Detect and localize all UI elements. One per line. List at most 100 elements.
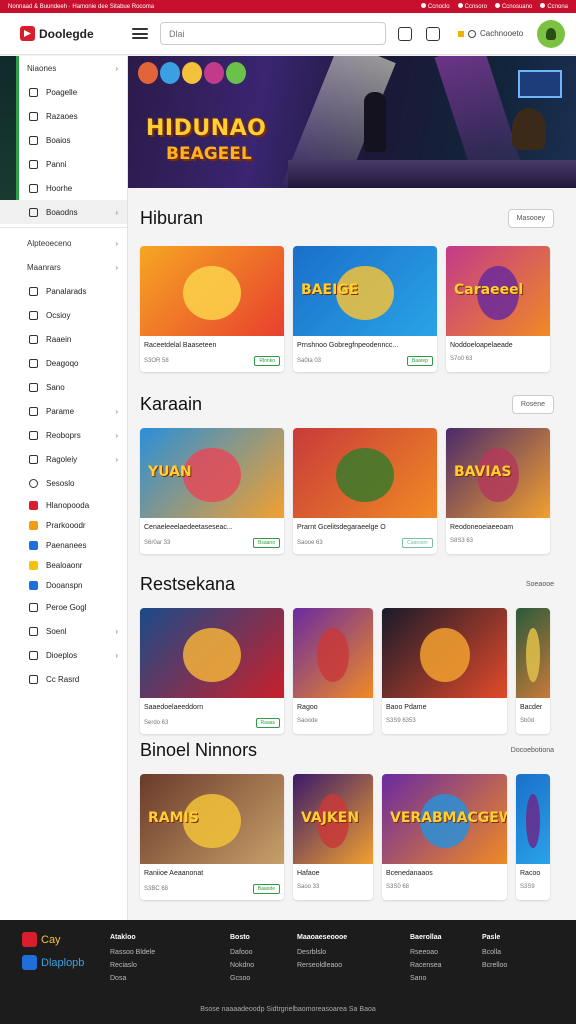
footer-column-heading: Pasle (482, 934, 501, 941)
card-badge[interactable]: Baarep (406, 356, 433, 366)
sidebar-item-12[interactable]: Raaein (0, 327, 127, 351)
footer-link[interactable]: Rerseoldleaoo (297, 962, 347, 969)
sidebar-item-icon (29, 159, 38, 169)
see-more-button[interactable]: Masooey (507, 209, 554, 228)
sidebar-item-20[interactable]: Prarkooodr (0, 515, 127, 535)
footer-link[interactable]: Bcolla (482, 949, 507, 956)
topbar-link-3[interactable]: Ccnosuano (494, 3, 532, 10)
see-more-button[interactable]: Soeaooe (526, 581, 554, 588)
search-box[interactable] (160, 22, 386, 45)
sidebar-item-5[interactable]: Panni (0, 152, 127, 176)
see-more-button[interactable]: Docoebotiona (511, 747, 554, 754)
game-card[interactable]: Prarnt Gcelitsdegaraeelge O Saooe 63 Caaro… (293, 428, 437, 554)
footer-link[interactable]: Bcrelloo (482, 962, 507, 969)
game-card[interactable]: YUAN Cenaeleeelaedeetaseseac... S6r0ar 33 B… (140, 428, 284, 554)
footer-link[interactable]: Dosa (110, 975, 155, 982)
footer-link[interactable]: Rassoo Bldele (110, 949, 155, 956)
game-card[interactable]: BAEIGE Prnshnoo Gobregfnpeodenncc... Sa0ta… (293, 246, 437, 372)
user-avatar[interactable] (537, 19, 566, 48)
hero-banner[interactable]: HIDUNAO BEAGEEL (128, 56, 576, 188)
search-icon (468, 29, 476, 38)
character-illustration (317, 627, 349, 682)
card-meta-value: Sb0d (520, 718, 535, 724)
footer-link[interactable]: Dafooo (230, 949, 254, 956)
footer-link[interactable]: Nokdno (230, 962, 254, 969)
sidebar-item-22[interactable]: Bealoaonr (0, 555, 127, 575)
game-card[interactable]: Saaedoelaeeddorn Serdo 63 Raaas (140, 608, 284, 734)
sidebar-item-13[interactable]: Deagoqo (0, 351, 127, 375)
card-badge[interactable]: Raaas (255, 718, 280, 728)
sidebar-item-15[interactable]: Parame › (0, 399, 127, 423)
game-card[interactable]: RAMIS Raniioe Aeaanonat S3BC 68 Baaode (140, 774, 284, 900)
card-meta-value: Saooe 63 (297, 540, 323, 546)
game-card[interactable]: Racoo S3S9 (516, 774, 550, 900)
sidebar-item-25[interactable]: Soenl › (0, 619, 127, 643)
sidebar-item-label: Parame (46, 406, 75, 416)
card-meta-value: S3S9 6353 (386, 718, 416, 724)
sidebar-item-18[interactable]: Sesoslo (0, 471, 127, 495)
sidebar-item-3[interactable]: Razaoes (0, 104, 127, 128)
sidebar-item-16[interactable]: Reoboprs › (0, 423, 127, 447)
sidebar-item-10[interactable]: Panalarads (0, 279, 127, 303)
sidebar-item-14[interactable]: Sano (0, 375, 127, 399)
footer-link[interactable]: Sano (410, 975, 442, 982)
sidebar-item-icon (29, 560, 38, 570)
sidebar-item-4[interactable]: Boaios (0, 128, 127, 152)
notification-icon[interactable] (426, 26, 440, 41)
card-meta-value: S7o0 63 (450, 356, 473, 362)
sidebar-item-27[interactable]: Cc Rasrd (0, 667, 127, 691)
sidebar-item-icon (29, 334, 38, 344)
card-title: Ragoo (297, 704, 318, 711)
section-title: Binoel Ninnors (140, 740, 258, 760)
game-card[interactable]: Baoo Pdame S3S9 6353 (382, 608, 507, 734)
card-badge[interactable]: Rlonko (254, 356, 280, 366)
menu-icon[interactable] (132, 28, 148, 39)
game-card[interactable]: Caraeeel Noddoeloapelaeade S7o0 63 (446, 246, 550, 372)
game-card[interactable]: VAJKEN Hafaoe Saoo 33 (293, 774, 373, 900)
sidebar-item-21[interactable]: Paenanees (0, 535, 127, 555)
game-card[interactable]: Ragoo Saoode (293, 608, 373, 734)
sidebar-item-26[interactable]: Dioeplos › (0, 643, 127, 667)
sidebar-item-11[interactable]: Ocsioy (0, 303, 127, 327)
sidebar-item-1[interactable]: Niaones › (0, 56, 127, 80)
game-card[interactable]: Bacder Sb0d (516, 608, 550, 734)
sidebar-item-7[interactable]: Boaodns › (0, 200, 127, 224)
upload-icon[interactable] (398, 26, 412, 41)
sidebar-item-23[interactable]: Dooanspn (0, 575, 127, 595)
sidebar-item-label: Cc Rasrd (46, 674, 80, 684)
sidebar-item-6[interactable]: Hoorhe (0, 176, 127, 200)
game-card[interactable]: BAVIAS Reodoneoeiaeeoam S8S3 63 (446, 428, 550, 554)
footer-link[interactable]: Desrblslo (297, 949, 347, 956)
sidebar-item-19[interactable]: Hlanopooda (0, 495, 127, 515)
chevron-right-icon: › (115, 63, 118, 73)
sidebar-item-9[interactable]: Maanrars › (0, 255, 127, 279)
sidebar-item-17[interactable]: Ragoleiy › (0, 447, 127, 471)
card-title: Saaedoelaeeddorn (144, 704, 204, 711)
footer-logo[interactable]: Cay Dlaplopb (22, 932, 84, 978)
game-card[interactable]: Raceetdelal Baaseteen S3OR 58 Rlonko (140, 246, 284, 372)
sidebar-item-icon (29, 135, 38, 145)
topbar-link-4[interactable]: Ccnona (540, 3, 568, 10)
sidebar-item-8[interactable]: Alpteoeceno › (0, 231, 127, 255)
footer-link[interactable]: Racensea (410, 962, 442, 969)
footer-link[interactable]: Rseeoao (410, 949, 442, 956)
card-title: Raceetdelal Baaseteen (144, 342, 217, 349)
card-badge[interactable]: Caaroonr (402, 538, 433, 548)
card-badge[interactable]: Bsaano (253, 538, 280, 548)
search-input[interactable] (169, 28, 377, 39)
sidebar-item-24[interactable]: Peroe Gogl (0, 595, 127, 619)
game-card[interactable]: VERABMACGEWE Bcenedanaaos S3S0 68 (382, 774, 507, 900)
footer-link[interactable]: Gcsoo (230, 975, 254, 982)
sidebar-item-icon (29, 406, 38, 416)
topbar-link-2[interactable]: Ccnsoro (457, 3, 487, 10)
sidebar-item-icon (29, 310, 38, 320)
character-illustration (183, 627, 241, 682)
footer-link[interactable]: Reciaslo (110, 962, 155, 969)
see-more-button[interactable]: Rosene (511, 395, 554, 414)
site-logo[interactable]: Doolegde (20, 26, 116, 41)
sidebar-item-2[interactable]: Poagelle (0, 80, 127, 104)
topbar-link-1[interactable]: Ccnoclo (420, 3, 450, 10)
card-badge[interactable]: Baaode (252, 884, 280, 894)
search-link[interactable]: Cachnooeto (458, 29, 523, 38)
card-title: Noddoeloapelaeade (450, 342, 513, 349)
